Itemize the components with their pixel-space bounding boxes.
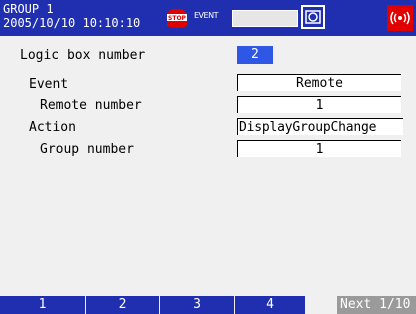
event-label-row: Event [29, 77, 69, 92]
softkey-1[interactable]: 1 [0, 296, 85, 314]
group-number-label: Group number [40, 142, 134, 157]
group-name: GROUP 1 [3, 2, 54, 16]
softkey-3[interactable]: 3 [160, 296, 234, 314]
alarm-waves-icon [390, 11, 410, 25]
svg-text:STOP: STOP [168, 15, 187, 22]
camera-icon[interactable] [301, 5, 325, 29]
softkey-2[interactable]: 2 [86, 296, 159, 314]
logic-box-number-value[interactable]: 2 [237, 46, 273, 64]
remote-number-label: Remote number [40, 98, 142, 113]
event-indicator [232, 10, 298, 27]
logic-box-number-text: 2 [251, 47, 259, 62]
status-header: GROUP 1 2005/10/10 10:10:10 STOP EVENT [0, 0, 416, 36]
action-field[interactable]: DisplayGroupChange [237, 118, 403, 135]
stop-icon: STOP [164, 5, 190, 31]
date-time: 2005/10/10 10:10:10 [3, 16, 141, 30]
group-number-field[interactable]: 1 [237, 140, 401, 157]
next-page-button[interactable]: Next 1/10 [337, 296, 416, 314]
event-label: EVENT [194, 11, 218, 20]
softkey-4[interactable]: 4 [235, 296, 305, 314]
softkey-bar: 1 2 3 4 Next 1/10 [0, 296, 416, 314]
logic-box-number-label: Logic box number [20, 48, 146, 63]
event-field[interactable]: Remote [237, 74, 401, 91]
action-label: Action [29, 120, 76, 135]
remote-number-field[interactable]: 1 [237, 96, 401, 113]
alarm-icon[interactable] [387, 5, 413, 31]
